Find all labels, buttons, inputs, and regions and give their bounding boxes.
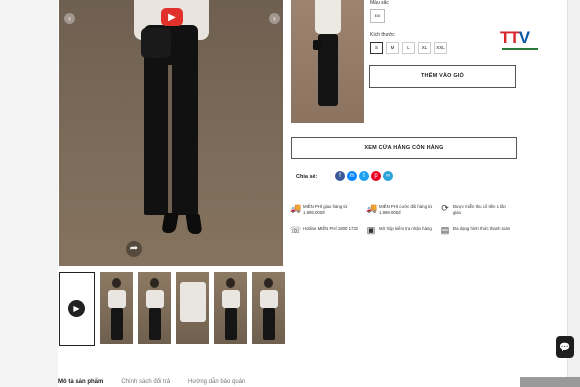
next-image-arrow-icon[interactable]: › <box>269 13 280 24</box>
benefit-text: Mở hộp kiểm tra nhận hàng <box>379 226 432 231</box>
color-swatch[interactable]: Đỏ <box>370 9 385 23</box>
size-option[interactable]: XXL <box>434 42 447 54</box>
thumbnail-photo[interactable] <box>214 272 247 344</box>
chat-icon[interactable]: 💬 <box>556 336 574 358</box>
twitter-icon[interactable]: t <box>359 171 369 181</box>
link-icon[interactable]: ∞ <box>383 171 393 181</box>
size-option[interactable]: XL <box>418 42 431 54</box>
thumbnail-video[interactable]: ▶ <box>59 272 95 346</box>
thumbnail-photo[interactable] <box>252 272 285 344</box>
thumb-figure-top <box>108 290 126 308</box>
benefit-item: ▣ Mở hộp kiểm tra nhận hàng <box>366 226 441 235</box>
product-info-tabs: Mô tả sản phẩm Chính sách đổi trả Hướng dẫ… <box>58 379 245 385</box>
benefit-text: Hotline MIỄN PHÍ 1800 1732 <box>303 226 359 231</box>
thumb-figure-top <box>222 290 240 308</box>
size-option[interactable]: S <box>370 42 383 54</box>
thumb-figure-leg <box>111 308 123 340</box>
benefit-item: ⟳ Được miễn thu cổ tiền 1 lần giao <box>440 204 515 215</box>
thumb-figure-leg <box>225 308 237 340</box>
logo-text-blue: V <box>518 28 530 47</box>
benefit-item: ☏ Hotline MIỄN PHÍ 1800 1732 <box>290 226 365 235</box>
thumbnail-strip: ▶ <box>59 272 285 346</box>
truck-return-icon: 🚚 <box>366 203 378 213</box>
play-circle-icon: ▶ <box>68 300 85 317</box>
messenger-icon[interactable]: m <box>347 171 357 181</box>
share-label: Chia sẻ: <box>296 174 318 180</box>
headset-icon: ☏ <box>290 225 302 235</box>
size-option[interactable]: L <box>402 42 415 54</box>
thumb-figure-top <box>146 290 164 308</box>
model-handbag <box>141 28 171 58</box>
thumb-figure-head <box>150 278 159 288</box>
box-icon: ▣ <box>366 225 376 235</box>
benefit-item: 🚚 MIỄN PHÍ cước đổi hàng từ 1.999.000đ <box>366 204 441 215</box>
product-variant-image[interactable] <box>291 0 364 123</box>
variant-blouse <box>315 0 341 34</box>
thumb-figure-top <box>260 290 278 308</box>
tab-1[interactable]: Chính sách đổi trả <box>121 379 170 385</box>
size-selector: S M L XL XXL <box>370 42 447 54</box>
corner-video-thumbnail[interactable] <box>520 377 580 387</box>
benefit-text: MIỄN PHÍ giao hàng từ 1.999.000đ <box>303 204 348 215</box>
thumbnail-photo[interactable] <box>100 272 133 344</box>
share-icons: f m t p ∞ <box>335 171 393 181</box>
variant-handbag <box>313 40 323 50</box>
truck-icon: 🚚 <box>290 203 302 213</box>
facebook-icon[interactable]: f <box>335 171 345 181</box>
model-shoe-left <box>161 213 179 233</box>
exchange-icon: ⟳ <box>441 203 449 213</box>
main-product-image[interactable]: ‹ › ➦ <box>59 0 283 266</box>
benefit-text: MIỄN PHÍ cước đổi hàng từ 1.999.000đ <box>379 204 433 215</box>
thumbnail-photo[interactable] <box>138 272 171 344</box>
model-shoe-right <box>185 214 203 234</box>
thumb-figure-leg <box>263 308 275 340</box>
left-margin-band <box>0 0 58 387</box>
logo-text-red: TT <box>500 28 520 47</box>
logo-underline <box>502 48 538 50</box>
thumb-figure-head <box>226 278 235 288</box>
color-label: Màu sắc <box>370 0 389 6</box>
size-option[interactable]: M <box>386 42 399 54</box>
ttv-logo: TTV <box>500 28 540 50</box>
thumb-figure-head <box>112 278 121 288</box>
thumb-figure-top <box>180 282 206 322</box>
payment-icon: ▤ <box>440 225 450 235</box>
thumbnail-photo[interactable] <box>176 272 209 344</box>
video-play-icon[interactable]: ▶ <box>161 8 183 26</box>
pinterest-icon[interactable]: p <box>371 171 381 181</box>
benefit-item: 🚚 MIỄN PHÍ giao hàng từ 1.999.000đ <box>290 204 365 215</box>
share-fab-icon[interactable]: ➦ <box>126 241 142 257</box>
thumb-figure-leg <box>149 308 161 340</box>
view-stores-button[interactable]: XEM CỬA HÀNG CÒN HÀNG <box>291 137 517 159</box>
size-label: Kích thước <box>370 32 395 38</box>
add-to-cart-button[interactable]: THÊM VÀO GIỎ <box>369 65 516 88</box>
benefit-text: Được miễn thu cổ tiền 1 lần giao <box>452 204 506 215</box>
prev-image-arrow-icon[interactable]: ‹ <box>64 13 75 24</box>
page-scrollbar[interactable] <box>567 0 580 387</box>
benefit-text: Đa dạng hình thức thanh toán <box>453 226 511 231</box>
tab-2[interactable]: Hướng dẫn bảo quản <box>188 379 245 385</box>
tab-0[interactable]: Mô tả sản phẩm <box>58 379 103 385</box>
thumb-figure-head <box>264 278 273 288</box>
benefit-item: ▤ Đa dạng hình thức thanh toán <box>440 226 515 235</box>
